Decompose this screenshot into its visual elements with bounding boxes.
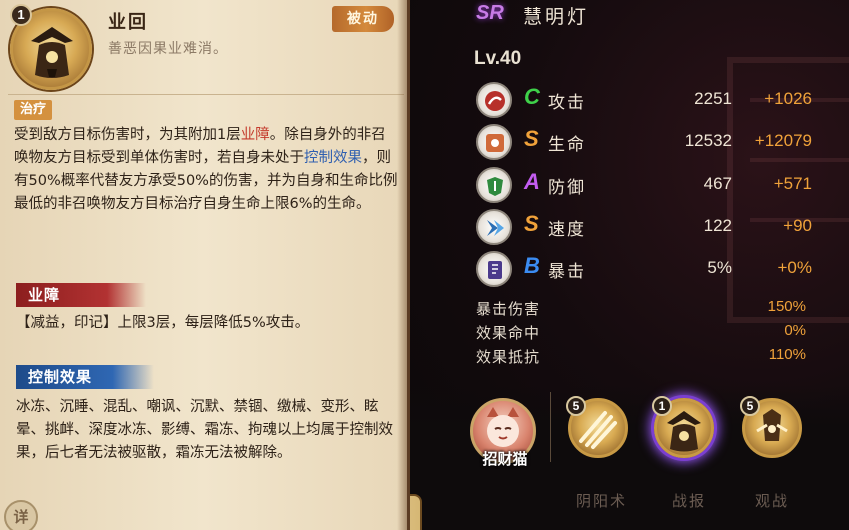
stat-bonus-value: +12079 bbox=[754, 131, 812, 150]
karma-title: 业障 bbox=[16, 283, 146, 307]
passive-tag: 被动 bbox=[332, 6, 394, 32]
stat-row-defense: A 防御 467 +571 bbox=[476, 167, 816, 203]
rarity-badge: SR bbox=[476, 2, 504, 24]
skill-effect-text: 受到敌方目标伤害时，为其附加1层业障。除自身外的非召唤物友方目标受到单体伤害时，… bbox=[14, 124, 398, 216]
stat-row-speed: S 速度 122 +90 bbox=[476, 209, 816, 245]
stat-row-health: S 生命 12532 +12079 bbox=[476, 124, 816, 160]
crit-icon bbox=[476, 251, 512, 287]
stat-label: 生命 bbox=[548, 135, 586, 155]
stat-label: 速度 bbox=[548, 220, 586, 240]
stat-grade: A bbox=[524, 169, 540, 194]
character-name: 慧明灯 bbox=[523, 6, 590, 28]
effect-text-1: 受到敌方目标伤害时，为其附加1层 bbox=[14, 127, 241, 143]
stat-base-value: 5% bbox=[707, 258, 732, 277]
tab-battle-report[interactable]: 战报 bbox=[672, 490, 706, 511]
skill-name: 业回 bbox=[108, 12, 148, 33]
defense-icon bbox=[476, 167, 512, 203]
skill-slot-3-level: 5 bbox=[740, 396, 760, 416]
tab-spectate[interactable]: 观战 bbox=[755, 490, 789, 511]
sub-stat-label: 暴击伤害 bbox=[476, 300, 541, 318]
heal-tag: 治疗 bbox=[14, 100, 53, 120]
stat-label: 暴击 bbox=[548, 262, 586, 282]
skill-slot-2-level: 1 bbox=[652, 396, 672, 416]
sub-stat-effect-hit: 效果命中 0% bbox=[476, 322, 806, 344]
stat-base-value: 467 bbox=[703, 174, 732, 193]
sub-stat-value: 0% bbox=[784, 322, 806, 339]
stat-bonus-value: +90 bbox=[783, 216, 812, 235]
stat-base-value: 122 bbox=[703, 216, 732, 235]
health-icon bbox=[476, 124, 512, 160]
character-stats-panel: SR 慧明灯 Lv.40 C 攻击 2251 +1026 S 生命 12532 … bbox=[410, 0, 849, 530]
stat-grade: B bbox=[524, 253, 540, 278]
sub-stat-crit-damage: 暴击伤害 150% bbox=[476, 298, 806, 320]
stat-grade: C bbox=[524, 84, 540, 109]
skill-level-badge: 1 bbox=[10, 4, 32, 26]
stat-row-crit: B 暴击 5% +0% bbox=[476, 251, 816, 287]
skill-subtitle: 善恶因果业难消。 bbox=[108, 41, 228, 57]
divider bbox=[550, 392, 551, 462]
stat-label: 防御 bbox=[548, 178, 586, 198]
stat-grade: S bbox=[524, 126, 539, 151]
speed-icon bbox=[476, 209, 512, 245]
control-effect-text: 冰冻、沉睡、混乱、嘲讽、沉默、禁锢、缴械、变形、眩晕、挑衅、深度冰冻、影缚、霜冻… bbox=[16, 399, 393, 461]
sub-stat-effect-resist: 效果抵抗 110% bbox=[476, 346, 806, 368]
stat-base-value: 2251 bbox=[694, 89, 732, 108]
detail-small-button[interactable]: 详 bbox=[4, 500, 38, 530]
stat-grade: S bbox=[524, 211, 539, 236]
stat-bonus-value: +571 bbox=[773, 174, 812, 193]
sub-stat-value: 150% bbox=[767, 298, 806, 315]
skill-header: 1 业回 善恶因果业难消。 被动 bbox=[0, 0, 407, 90]
lantern-monk-icon bbox=[31, 27, 73, 78]
control-effect-title: 控制效果 bbox=[16, 365, 154, 389]
sub-stat-label: 效果抵抗 bbox=[476, 348, 541, 366]
stat-base-value: 12532 bbox=[684, 131, 732, 150]
stat-label: 攻击 bbox=[548, 93, 586, 113]
karma-text: 【减益，印记】上限3层，每层降低5%攻击。 bbox=[16, 315, 310, 331]
tab-onmyoji-skill[interactable]: 阴阳术 bbox=[576, 490, 627, 511]
attack-icon bbox=[476, 82, 512, 118]
stat-row-attack: C 攻击 2251 +1026 bbox=[476, 82, 816, 118]
character-level: Lv.40 bbox=[474, 48, 522, 69]
sub-stat-label: 效果命中 bbox=[476, 324, 541, 342]
skill-slot-1-level: 5 bbox=[566, 396, 586, 416]
detail-button[interactable]: 详情 bbox=[410, 494, 422, 530]
stat-bonus-value: +1026 bbox=[764, 89, 812, 108]
karma-link[interactable]: 业障 bbox=[241, 127, 270, 143]
sub-stat-value: 110% bbox=[768, 346, 806, 363]
skill-detail-panel: 1 业回 善恶因果业难消。 被动 治疗 受到敌方目标伤害时，为其附加1层业障。除… bbox=[0, 0, 410, 530]
control-effect-link[interactable]: 控制效果 bbox=[304, 150, 362, 166]
lucky-cat-label: 招财猫 bbox=[482, 450, 528, 468]
divider bbox=[8, 94, 404, 95]
stat-bonus-value: +0% bbox=[777, 258, 813, 277]
